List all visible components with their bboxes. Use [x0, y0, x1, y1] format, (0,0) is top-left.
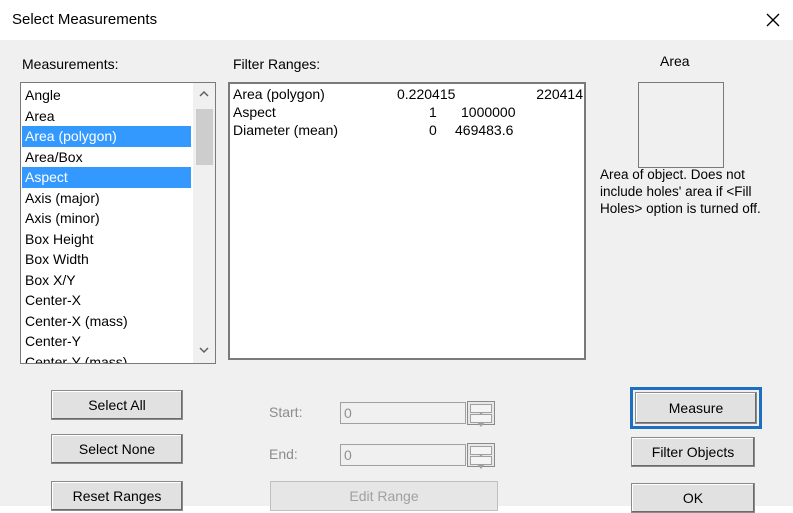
spin-down-icon[interactable] [470, 414, 492, 427]
scroll-thumb[interactable] [196, 109, 213, 165]
measurements-label: Measurements: [22, 56, 119, 72]
scroll-down-icon[interactable] [198, 345, 210, 355]
filter-ranges-listbox[interactable]: Area (polygon) 0.220415 220414 Aspect 1 … [228, 82, 586, 360]
start-spinner[interactable] [467, 401, 495, 427]
scroll-up-icon[interactable] [198, 89, 210, 99]
select-all-button[interactable]: Select All [51, 390, 183, 420]
measurement-list-item[interactable]: Area (polygon) [22, 126, 191, 147]
dialog-body: Measurements: Filter Ranges: Area Angle A… [0, 40, 793, 513]
measurement-list-item[interactable]: Area/Box [22, 147, 191, 168]
end-label: End: [269, 446, 298, 462]
filter-range-row[interactable]: Diameter (mean) 0 469483.6 [233, 122, 583, 140]
measure-button[interactable]: Measure [630, 387, 762, 429]
reset-ranges-button[interactable]: Reset Ranges [51, 481, 183, 511]
measurement-list-item[interactable]: Axis (major) [22, 188, 191, 209]
measurement-list-item[interactable]: Angle [22, 85, 191, 106]
filter-range-end: 469483.6 [455, 122, 514, 138]
filter-range-start: 0.220415 [397, 86, 456, 102]
filter-range-name: Area (polygon) [233, 86, 325, 102]
measurement-list-item[interactable]: Aspect [22, 167, 191, 188]
edit-range-button[interactable]: Edit Range [270, 481, 498, 511]
spin-up-icon[interactable] [470, 404, 492, 417]
measurement-list-item[interactable]: Center-Y (mass) [22, 352, 191, 364]
filter-range-row[interactable]: Aspect 1 1000000 [233, 104, 583, 122]
filter-range-start: 1 [429, 104, 437, 120]
measurement-list-item[interactable]: Area [22, 106, 191, 127]
window-title: Select Measurements [12, 11, 158, 28]
title-bar: Select Measurements [0, 0, 793, 40]
select-none-button[interactable]: Select None [51, 434, 183, 464]
filter-range-name: Diameter (mean) [233, 122, 339, 138]
measurements-scrollbar[interactable] [193, 83, 215, 363]
measurement-preview-box [638, 82, 724, 168]
measurement-list-item[interactable]: Axis (minor) [22, 208, 191, 229]
measurement-list-item[interactable]: Box X/Y [22, 270, 191, 291]
filter-range-row[interactable]: Area (polygon) 0.220415 220414 [233, 86, 583, 104]
measurement-list-item[interactable]: Center-X (mass) [22, 311, 191, 332]
filter-range-name: Aspect [233, 104, 276, 120]
start-label: Start: [269, 404, 303, 420]
measurement-list-item[interactable]: Box Height [22, 229, 191, 250]
spin-up-icon[interactable] [470, 446, 492, 459]
filter-ranges-label: Filter Ranges: [233, 56, 321, 72]
measurement-list-item[interactable]: Center-Y [22, 331, 191, 352]
start-input[interactable]: 0 [340, 402, 466, 424]
filter-range-end: 220414 [536, 86, 583, 102]
filter-range-start: 0 [429, 122, 437, 138]
measurements-listbox[interactable]: Angle Area Area (polygon) Area/Box Aspect Axi… [20, 82, 216, 364]
measurement-list-item[interactable]: Box Width [22, 249, 191, 270]
end-input[interactable]: 0 [340, 444, 466, 466]
ok-button[interactable]: OK [631, 483, 755, 513]
close-icon[interactable] [763, 10, 783, 30]
filter-objects-button[interactable]: Filter Objects [631, 437, 755, 467]
measurement-list-item[interactable]: Center-X [22, 290, 191, 311]
measurements-list: Angle Area Area (polygon) Area/Box Aspect Axi… [22, 85, 191, 364]
end-spinner[interactable] [467, 443, 495, 469]
measurement-description: Area of object. Does not include holes' … [600, 167, 761, 216]
spin-down-icon[interactable] [470, 456, 492, 469]
filter-range-end: 1000000 [461, 104, 516, 120]
preview-title: Area [660, 53, 690, 69]
